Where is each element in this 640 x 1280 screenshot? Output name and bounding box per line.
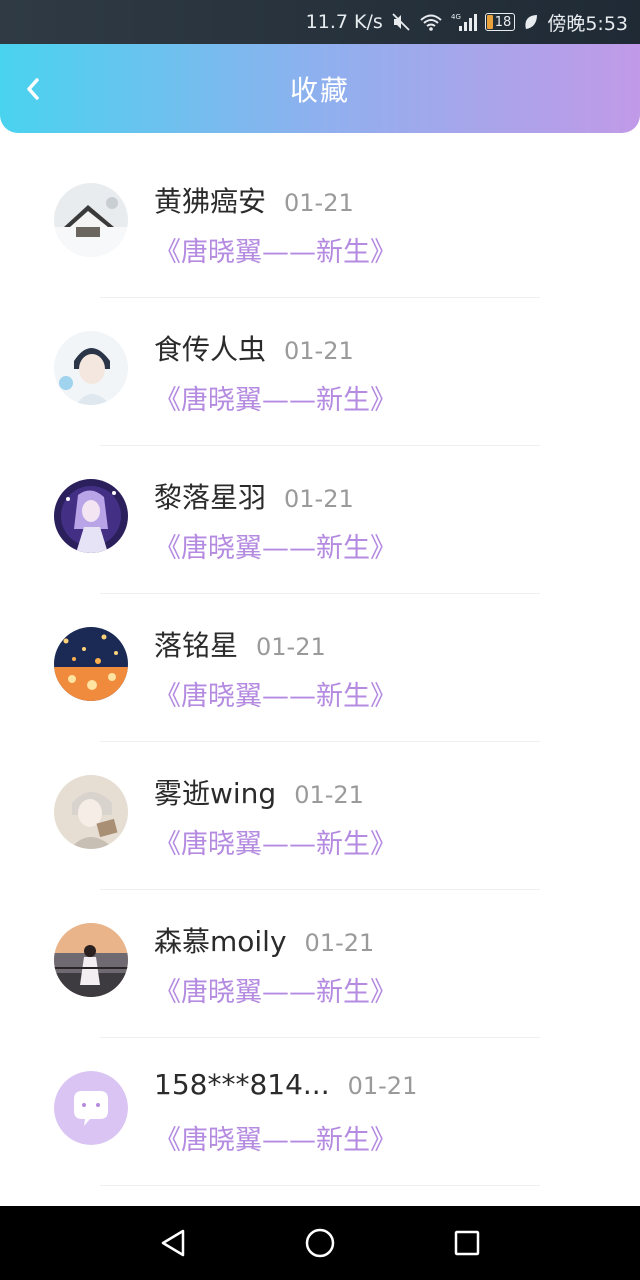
work-title[interactable]: 《唐晓翼——新生》 <box>154 674 397 713</box>
list-item[interactable]: 黄狒癌安 01-21 《唐晓翼——新生》 <box>0 150 640 298</box>
battery-level: 18 <box>494 14 512 30</box>
avatar[interactable] <box>54 479 128 553</box>
status-time: 傍晚5:53 <box>547 12 628 35</box>
avatar[interactable] <box>54 1071 128 1145</box>
cellular-signal-icon: 4G <box>451 12 477 32</box>
favorites-list: 黄狒癌安 01-21 《唐晓翼——新生》 食传人虫 01-21 《唐晓翼——新生… <box>0 150 640 1186</box>
square-recents-icon <box>454 1230 479 1256</box>
user-name: 黎落星羽 <box>154 481 267 514</box>
user-name: 食传人虫 <box>154 333 267 366</box>
wifi-icon <box>419 12 443 32</box>
back-button[interactable] <box>18 74 48 104</box>
divider <box>100 1185 540 1186</box>
user-name: 黄狒癌安 <box>154 185 267 218</box>
avatar[interactable] <box>54 775 128 849</box>
nav-recents-button[interactable] <box>447 1223 487 1263</box>
work-title[interactable]: 《唐晓翼——新生》 <box>154 1118 397 1157</box>
work-title[interactable]: 《唐晓翼——新生》 <box>154 378 397 417</box>
avatar[interactable] <box>54 331 128 405</box>
user-name: 雾逝wing <box>154 777 277 810</box>
work-title[interactable]: 《唐晓翼——新生》 <box>154 526 397 565</box>
header: 收藏 <box>0 44 640 133</box>
status-bar: 11.7 K/s 4G 18 傍晚5:53 <box>0 0 640 44</box>
list-item[interactable]: 森慕moily 01-21 《唐晓翼——新生》 <box>0 890 640 1038</box>
nav-home-button[interactable] <box>300 1223 340 1263</box>
avatar[interactable] <box>54 183 128 257</box>
mute-icon <box>391 12 411 32</box>
date: 01-21 <box>284 189 354 217</box>
triangle-back-icon <box>162 1229 185 1257</box>
list-item[interactable]: 食传人虫 01-21 《唐晓翼——新生》 <box>0 298 640 446</box>
list-item[interactable]: 黎落星羽 01-21 《唐晓翼——新生》 <box>0 446 640 594</box>
battery-icon: 18 <box>484 13 516 31</box>
system-nav-bar <box>0 1206 640 1280</box>
user-name: 森慕moily <box>154 925 287 958</box>
date: 01-21 <box>347 1072 418 1100</box>
list-item[interactable]: 落铭星 01-21 《唐晓翼——新生》 <box>0 594 640 742</box>
list-item[interactable]: 雾逝wing 01-21 《唐晓翼——新生》 <box>0 742 640 890</box>
network-speed: 11.7 K/s <box>305 11 383 33</box>
date: 01-21 <box>284 337 354 365</box>
user-name: 落铭星 <box>154 629 239 662</box>
chevron-left-icon <box>27 78 39 100</box>
avatar[interactable] <box>54 627 128 701</box>
work-title[interactable]: 《唐晓翼——新生》 <box>154 970 397 1009</box>
avatar[interactable] <box>54 923 128 997</box>
circle-home-icon <box>305 1228 335 1258</box>
list-item[interactable]: 158***814... 01-21 《唐晓翼——新生》 <box>0 1038 640 1186</box>
user-name: 158***814... <box>154 1068 330 1101</box>
nav-back-button[interactable] <box>153 1223 193 1263</box>
work-title[interactable]: 《唐晓翼——新生》 <box>154 230 397 269</box>
page-title: 收藏 <box>289 73 350 107</box>
date: 01-21 <box>256 633 326 661</box>
date: 01-21 <box>304 929 375 957</box>
date: 01-21 <box>284 485 354 513</box>
leaf-icon <box>523 13 539 31</box>
work-title[interactable]: 《唐晓翼——新生》 <box>154 822 397 861</box>
date: 01-21 <box>294 781 364 809</box>
svg-text:4G: 4G <box>451 13 461 21</box>
